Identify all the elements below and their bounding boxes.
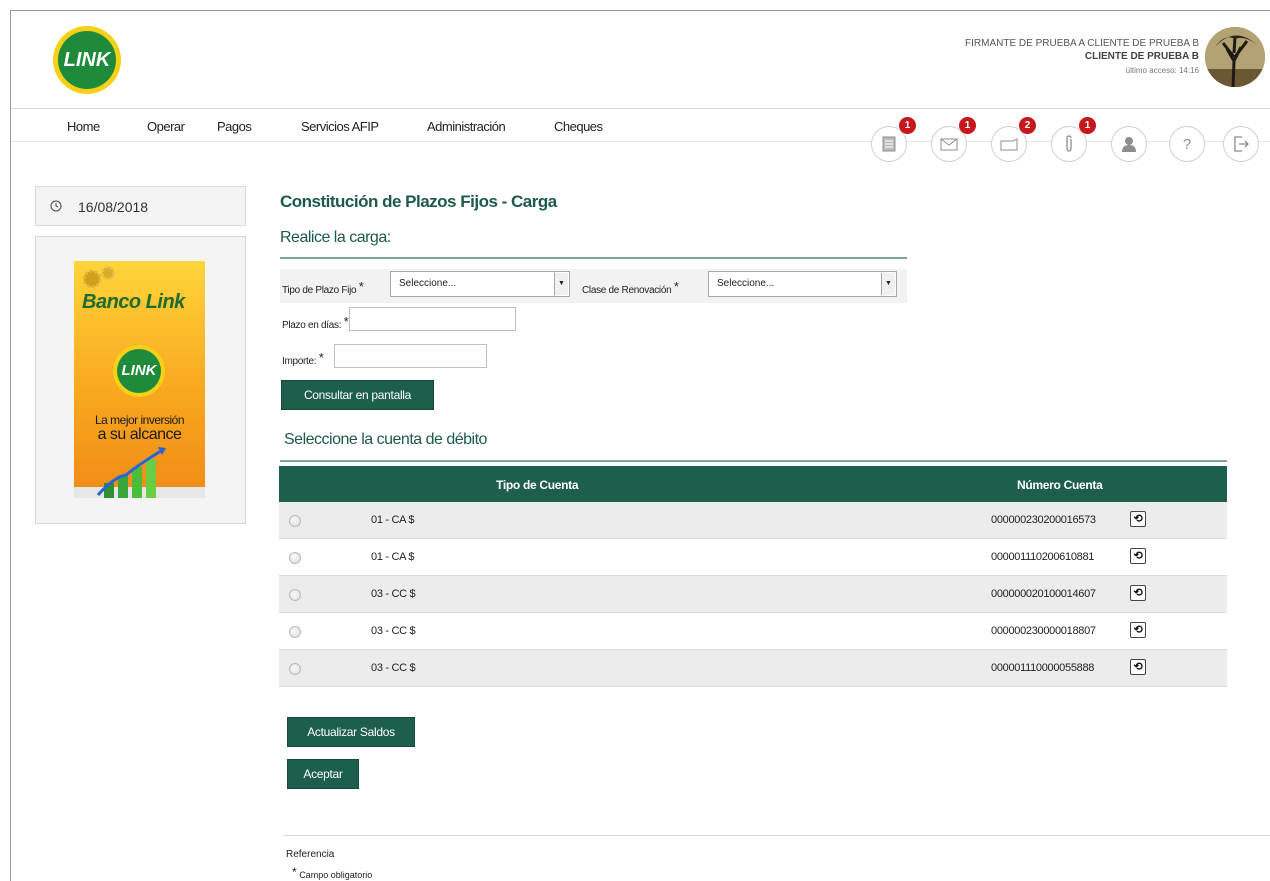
tipo-plazo-select[interactable]: Seleccione... ▼ <box>390 271 570 297</box>
chevron-down-icon: ▼ <box>554 273 568 295</box>
account-number: 000001110200610881 <box>991 551 1095 563</box>
account-radio[interactable] <box>289 663 301 675</box>
refresh-icon[interactable]: ⟲ <box>1130 659 1146 675</box>
logo-text: LINK <box>58 31 116 89</box>
clase-renovacion-value: Seleccione... <box>717 278 775 289</box>
consultar-button[interactable]: Consultar en pantalla <box>281 380 434 410</box>
mail-badge: 1 <box>959 117 976 134</box>
reference-item-text: Campo obligatorio <box>299 870 373 880</box>
account-radio[interactable] <box>289 626 301 638</box>
user-icon[interactable] <box>1111 126 1147 162</box>
clase-renovacion-select[interactable]: Seleccione... ▼ <box>708 271 897 297</box>
table-row[interactable]: 03 - CC $ 000000020100014607 ⟲ <box>279 576 1227 613</box>
importe-input[interactable] <box>334 344 487 368</box>
growth-chart-icon <box>74 447 205 498</box>
account-type: 03 - CC $ <box>371 662 416 674</box>
nav-cheques[interactable]: Cheques <box>554 119 603 134</box>
section-cuenta-title: Seleccione la cuenta de débito <box>284 431 487 448</box>
clase-renovacion-label-text: Clase de Renovación <box>582 285 672 296</box>
table-header: Tipo de Cuenta Número Cuenta <box>279 466 1227 502</box>
promo-logo: LINK <box>113 345 165 397</box>
tipo-plazo-value: Seleccione... <box>399 278 457 289</box>
plazo-dias-input[interactable] <box>349 307 516 331</box>
promo-logo-text: LINK <box>117 349 161 393</box>
aceptar-button[interactable]: Aceptar <box>287 759 359 789</box>
user-firmante: FIRMANTE DE PRUEBA A CLIENTE DE PRUEBA B <box>965 38 1199 49</box>
account-type: 03 - CC $ <box>371 588 416 600</box>
section-cuenta-divider <box>280 460 1227 462</box>
nav-home[interactable]: Home <box>67 119 100 134</box>
section-carga-title: Realice la carga: <box>280 229 391 246</box>
account-radio[interactable] <box>289 589 301 601</box>
page-title: Constitución de Plazos Fijos - Carga <box>280 192 557 211</box>
plazo-label-text: Plazo en días: <box>282 320 342 331</box>
promo-box: Banco Link LINK La mejor inversión a su … <box>35 236 246 524</box>
importe-label-text: Importe: <box>282 356 317 367</box>
attachment-badge: 1 <box>1079 117 1096 134</box>
account-radio[interactable] <box>289 552 301 564</box>
user-cliente: CLIENTE DE PRUEBA B <box>1084 51 1199 62</box>
required-marker: * <box>343 314 349 329</box>
nav-servicios-afip[interactable]: Servicios AFIP <box>301 119 379 134</box>
header-tipo-cuenta: Tipo de Cuenta <box>496 478 579 492</box>
tipo-plazo-label-text: Tipo de Plazo Fijo <box>282 285 357 296</box>
avatar[interactable] <box>1205 27 1265 87</box>
required-marker: * <box>318 350 324 365</box>
table-row[interactable]: 01 - CA $ 000000230200016573 ⟲ <box>279 502 1227 539</box>
plazo-label: Plazo en días: * <box>282 314 349 331</box>
required-marker: * <box>358 279 364 294</box>
required-marker: * <box>673 279 679 294</box>
date-box: 16/08/2018 <box>35 186 246 226</box>
nav-operar[interactable]: Operar <box>147 119 185 134</box>
promo-banner[interactable]: Banco Link LINK La mejor inversión a su … <box>74 261 205 498</box>
header: LINK FIRMANTE DE PRUEBA A CLIENTE DE PRU… <box>11 11 1270 109</box>
account-number: 000000230200016573 <box>991 514 1096 526</box>
account-radio[interactable] <box>289 515 301 527</box>
gears-icon <box>82 265 116 289</box>
nav-administracion[interactable]: Administración <box>427 119 506 134</box>
promo-line-1: La mejor inversión <box>94 413 185 427</box>
header-numero-cuenta: Número Cuenta <box>1017 478 1103 492</box>
folder-badge: 2 <box>1019 117 1036 134</box>
clock-icon <box>50 199 62 215</box>
account-type: 01 - CA $ <box>371 551 415 563</box>
promo-line-2: a su alcance <box>97 426 182 443</box>
clase-renovacion-label: Clase de Renovación * <box>582 279 679 296</box>
user-info: FIRMANTE DE PRUEBA A CLIENTE DE PRUEBA B… <box>965 37 1199 78</box>
table-row[interactable]: 01 - CA $ 000001110200610881 ⟲ <box>279 539 1227 576</box>
section-carga-divider <box>280 257 907 259</box>
refresh-icon[interactable]: ⟲ <box>1130 585 1146 601</box>
refresh-icon[interactable]: ⟲ <box>1130 511 1146 527</box>
page-frame: LINK FIRMANTE DE PRUEBA A CLIENTE DE PRU… <box>10 10 1270 881</box>
footer-divider <box>284 835 1270 836</box>
last-access: último acceso: 14:16 <box>1125 66 1199 75</box>
help-icon[interactable]: ? <box>1169 126 1205 162</box>
accounts-table: Tipo de Cuenta Número Cuenta 01 - CA $ 0… <box>279 466 1227 687</box>
required-marker: * <box>292 865 297 879</box>
refresh-icon[interactable]: ⟲ <box>1130 622 1146 638</box>
importe-label: Importe: * <box>282 350 324 367</box>
link-logo[interactable]: LINK <box>53 26 121 94</box>
logout-icon[interactable] <box>1223 126 1259 162</box>
account-number: 000000230000018807 <box>991 625 1096 637</box>
account-type: 03 - CC $ <box>371 625 416 637</box>
current-date: 16/08/2018 <box>78 199 149 215</box>
account-type: 01 - CA $ <box>371 514 415 526</box>
documents-badge: 1 <box>899 117 916 134</box>
account-number: 000000020100014607 <box>991 588 1096 600</box>
help-glyph: ? <box>1182 135 1192 153</box>
promo-title: Banco Link <box>82 291 185 313</box>
tipo-plazo-label: Tipo de Plazo Fijo * <box>282 279 364 296</box>
table-row[interactable]: 03 - CC $ 000000230000018807 ⟲ <box>279 613 1227 650</box>
table-row[interactable]: 03 - CC $ 000001110000055888 ⟲ <box>279 650 1227 687</box>
nav-pagos[interactable]: Pagos <box>217 119 252 134</box>
account-number: 000001110000055888 <box>991 662 1095 674</box>
reference-item: * Campo obligatorio <box>292 865 372 880</box>
actualizar-saldos-button[interactable]: Actualizar Saldos <box>287 717 415 747</box>
refresh-icon[interactable]: ⟲ <box>1130 548 1146 564</box>
reference-title: Referencia <box>286 849 335 860</box>
chevron-down-icon: ▼ <box>881 273 895 295</box>
